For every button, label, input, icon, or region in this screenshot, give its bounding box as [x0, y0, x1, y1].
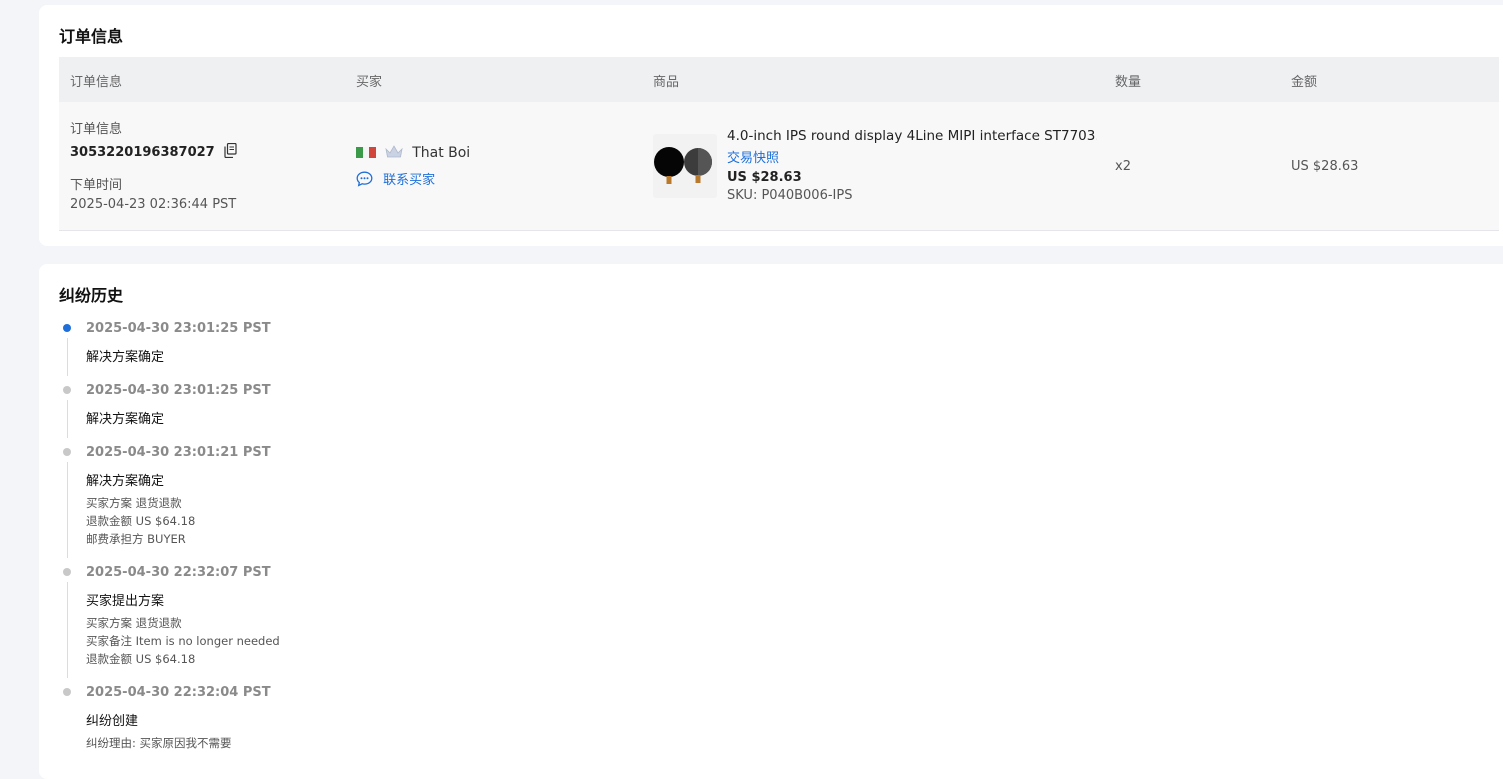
timeline-connector — [66, 400, 68, 438]
product-info: 4.0-inch IPS round display 4Line MIPI in… — [727, 128, 1097, 203]
event-time: 2025-04-30 22:32:04 PST — [86, 685, 271, 700]
timeline-dot — [63, 448, 71, 456]
column-header-quantity: 数量 — [1115, 75, 1142, 90]
order-table-header: 订单信息 买家 商品 数量 金额 — [59, 57, 1499, 102]
product-name[interactable]: 4.0-inch IPS round display 4Line MIPI in… — [727, 128, 1097, 144]
event-time: 2025-04-30 22:32:07 PST — [86, 565, 271, 580]
order-placed-time: 2025-04-23 02:36:44 PST — [70, 197, 237, 212]
column-header-order-info: 订单信息 — [70, 75, 123, 90]
trade-snapshot-link[interactable]: 交易快照 — [727, 147, 1097, 166]
product-unit-price: US $28.63 — [727, 170, 802, 185]
timeline-dot — [63, 688, 71, 696]
timeline-dot — [63, 386, 71, 394]
event-detail: 邮费承担方 BUYER — [86, 532, 186, 546]
product-thumbnail[interactable] — [653, 134, 717, 198]
event-detail: 买家方案 退货退款 — [86, 616, 182, 630]
order-info-label: 订单信息 — [70, 122, 123, 137]
dispute-history-title: 纠纷历史 — [59, 286, 124, 305]
order-number: 3053220196387027 — [70, 145, 215, 160]
contact-buyer-link[interactable]: 联系买家 — [356, 169, 470, 191]
timeline-connector — [66, 338, 68, 376]
event-detail: 退款金额 US $64.18 — [86, 652, 196, 666]
timeline-connector — [66, 582, 68, 678]
order-quantity: x2 — [1115, 159, 1131, 174]
event-title: 解决方案确定 — [86, 350, 165, 365]
event-title: 解决方案确定 — [86, 412, 165, 427]
event-title: 买家提出方案 — [86, 594, 165, 609]
timeline-dot — [63, 568, 71, 576]
event-title: 解决方案确定 — [86, 474, 165, 489]
event-detail: 买家备注 Item is no longer needed — [86, 634, 280, 648]
event-title: 纠纷创建 — [86, 714, 139, 729]
order-info-title: 订单信息 — [59, 27, 124, 46]
event-time: 2025-04-30 23:01:25 PST — [86, 383, 271, 398]
column-header-amount: 金额 — [1291, 75, 1318, 90]
order-info-card: 订单信息 订单信息 买家 商品 数量 金额 订单信息 3053220196387… — [39, 5, 1503, 246]
order-table-row: 订单信息 3053220196387027 下单时间 2025-04-23 02… — [59, 102, 1499, 231]
event-detail: 买家方案 退货退款 — [86, 496, 182, 510]
column-header-buyer: 买家 — [356, 75, 383, 90]
timeline-dot-active — [63, 324, 71, 332]
order-amount: US $28.63 — [1291, 159, 1359, 174]
event-time: 2025-04-30 23:01:21 PST — [86, 445, 271, 460]
dispute-history-card: 纠纷历史 2025-04-30 23:01:25 PST 解决方案确定 2025… — [39, 264, 1503, 779]
order-placed-label: 下单时间 — [70, 178, 123, 193]
buyer-name[interactable]: That Boi — [412, 145, 470, 161]
contact-buyer-label[interactable]: 联系买家 — [383, 173, 435, 188]
crown-icon — [385, 144, 403, 163]
event-time: 2025-04-30 23:01:25 PST — [86, 321, 271, 336]
buyer-cell: That Boi 联系买家 — [356, 142, 470, 191]
timeline-connector — [66, 462, 68, 558]
column-header-product: 商品 — [653, 75, 680, 90]
event-detail: 退款金额 US $64.18 — [86, 514, 196, 528]
copy-icon[interactable] — [224, 142, 237, 162]
product-sku: SKU: P040B006-IPS — [727, 188, 853, 203]
order-info-cell: 订单信息 3053220196387027 下单时间 2025-04-23 02… — [70, 118, 237, 212]
event-detail: 纠纷理由: 买家原因我不需要 — [86, 736, 232, 750]
italy-flag-icon — [356, 147, 376, 158]
chat-bubble-icon — [356, 171, 373, 191]
